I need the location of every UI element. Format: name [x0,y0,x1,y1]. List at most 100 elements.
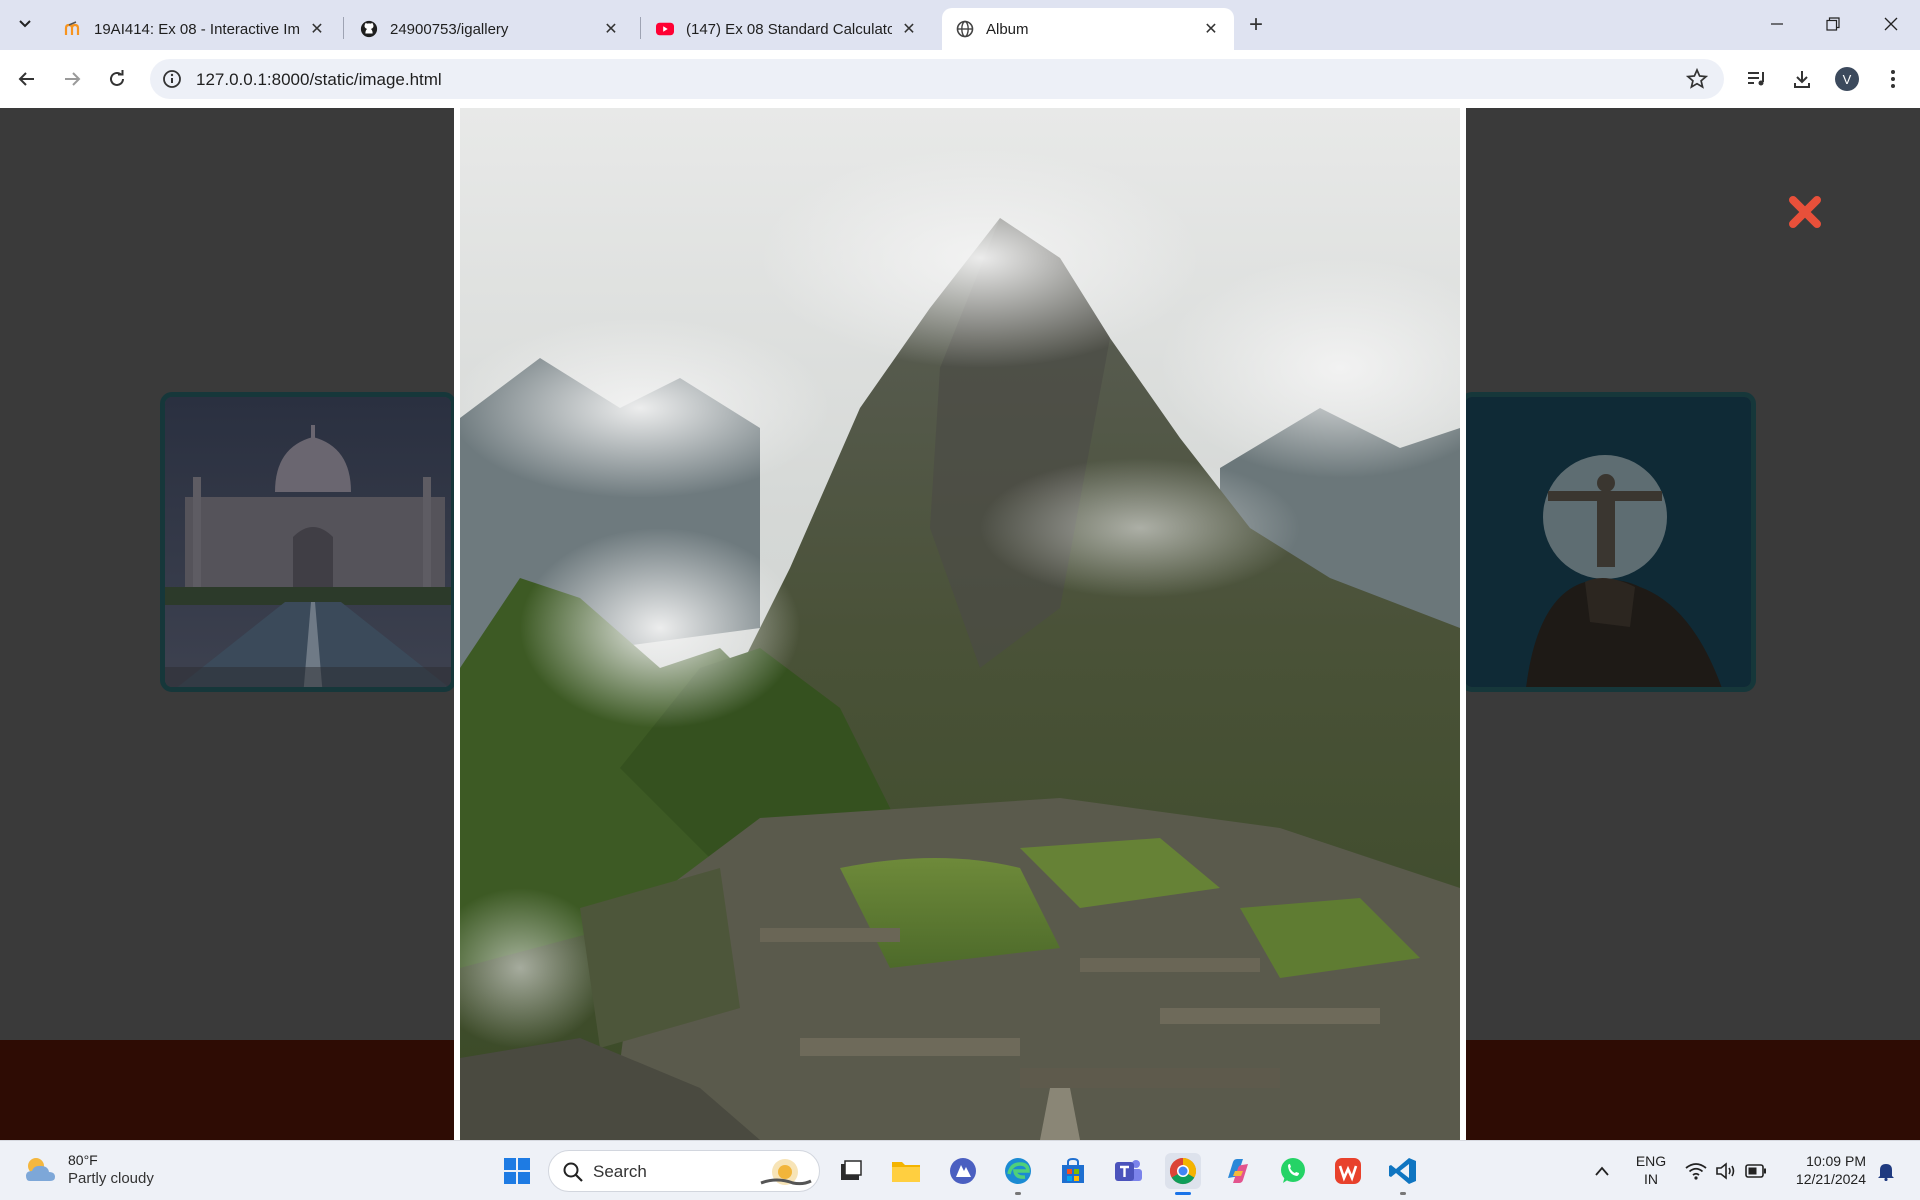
weather-condition: Partly cloudy [68,1170,154,1187]
whatsapp-button[interactable] [1275,1153,1311,1189]
copilot-icon [1228,1159,1248,1183]
close-icon [1789,196,1821,228]
media-controls-button[interactable] [1743,65,1771,93]
vscode-button[interactable] [1385,1153,1421,1189]
copilot-button[interactable] [1220,1153,1256,1189]
start-button[interactable] [499,1153,535,1189]
running-indicator [1015,1192,1021,1195]
tab-search-button[interactable] [10,9,40,39]
task-view-button[interactable] [833,1153,869,1189]
tab-moodle[interactable]: 19AI414: Ex 08 - Interactive Ima ✕ [50,8,340,50]
machu-picchu-mountain-photo [460,108,1460,1140]
weather-widget[interactable]: 80°F Partly cloudy [22,1151,154,1189]
site-info-icon [163,70,181,88]
page-viewport [0,108,1920,1140]
tab-album[interactable]: Album ✕ [942,8,1234,50]
partly-cloudy-icon [26,1158,55,1181]
close-tab-icon[interactable]: ✕ [1202,20,1220,38]
chrome-icon [1169,1157,1197,1185]
minimize-icon [1771,23,1783,25]
quick-settings-button[interactable] [1680,1153,1772,1189]
file-explorer-button[interactable] [888,1153,924,1189]
edge-icon [1005,1158,1031,1184]
windows-logo-icon [504,1158,530,1184]
weather-temperature: 80°F [68,1152,98,1168]
language-indicator[interactable]: ENG IN [1630,1152,1672,1188]
speaker-icon [1716,1162,1735,1180]
tab-title: 24900753/igallery [390,20,509,38]
arrow-right-icon [65,72,81,86]
taj-mahal-photo [165,397,451,687]
tab-github[interactable]: 24900753/igallery ✕ [346,8,634,50]
kebab-menu-icon [1891,70,1895,88]
bell-icon [1878,1164,1894,1181]
chevron-up-icon [1595,1166,1609,1176]
close-window-button[interactable] [1868,6,1914,42]
profile-avatar[interactable]: V [1835,67,1859,91]
teams-icon [1115,1160,1142,1181]
app-launcher-button[interactable] [945,1153,981,1189]
tab-separator [640,17,641,39]
media-queue-icon [1748,72,1764,86]
url-text: 127.0.0.1:8000/static/image.html [196,70,442,89]
forward-button[interactable] [56,63,88,95]
browser-menu-button[interactable] [1879,65,1907,93]
tab-title: (147) Ex 08 Standard Calculator [686,20,892,38]
clock-date: 12/21/2024 [1795,1171,1866,1187]
taskbar-search-box[interactable]: Search [548,1150,820,1192]
arrow-left-icon [18,72,34,86]
battery-icon [1745,1164,1766,1178]
restore-button[interactable] [1810,6,1856,42]
folder-icon [892,1162,920,1182]
back-button[interactable] [11,63,43,95]
clock-time: 10:09 PM [1806,1153,1866,1169]
moodle-icon [64,20,82,38]
vscode-icon [1389,1158,1416,1184]
wps-office-icon [1335,1158,1361,1184]
show-hidden-icons-button[interactable] [1584,1153,1620,1189]
youtube-icon [656,20,674,38]
taskbar-search-label: Search [593,1162,647,1181]
tab-title: 19AI414: Ex 08 - Interactive Ima [94,20,300,38]
active-indicator [1175,1192,1191,1195]
new-tab-button[interactable]: + [1242,11,1270,39]
globe-icon [956,20,974,38]
restore-icon [1826,17,1840,31]
region-code: IN [1644,1171,1658,1187]
reload-icon [110,70,124,86]
chrome-button[interactable] [1165,1153,1201,1189]
whatsapp-icon [1281,1158,1305,1183]
search-highlight-icon [760,1159,812,1186]
downloads-button[interactable] [1788,65,1816,93]
browser-toolbar: 127.0.0.1:8000/static/image.html V [0,50,1920,108]
tab-strip: 19AI414: Ex 08 - Interactive Ima ✕ 24900… [0,0,1920,50]
search-icon [563,1162,583,1182]
close-lightbox-button[interactable] [1783,190,1827,234]
app-launcher-icon [950,1158,976,1184]
wifi-icon [1685,1163,1707,1180]
tab-separator [343,17,344,39]
tab-youtube[interactable]: (147) Ex 08 Standard Calculator ✕ [642,8,932,50]
language-code: ENG [1635,1153,1667,1169]
reload-button[interactable] [101,63,133,95]
bookmark-star-icon [1686,68,1708,89]
teams-button[interactable] [1110,1153,1146,1189]
address-bar[interactable]: 127.0.0.1:8000/static/image.html [150,59,1724,99]
running-indicator [1400,1192,1406,1195]
minimize-button[interactable] [1754,6,1800,42]
microsoft-store-button[interactable] [1055,1153,1091,1189]
gallery-thumbnail-left[interactable] [160,392,456,692]
wps-office-button[interactable] [1330,1153,1366,1189]
clock[interactable]: 10:09 PM 12/21/2024 [1786,1152,1866,1188]
close-tab-icon[interactable]: ✕ [308,20,326,38]
edge-button[interactable] [1000,1153,1036,1189]
close-icon [1884,17,1898,31]
chevron-down-icon [19,20,31,28]
christ-the-redeemer-moon-photo [1465,397,1751,687]
close-tab-icon[interactable]: ✕ [900,20,918,38]
download-icon [1794,71,1810,88]
notifications-button[interactable] [1870,1153,1902,1189]
task-view-icon [841,1160,862,1180]
gallery-thumbnail-right[interactable] [1460,392,1756,692]
close-tab-icon[interactable]: ✕ [602,20,620,38]
